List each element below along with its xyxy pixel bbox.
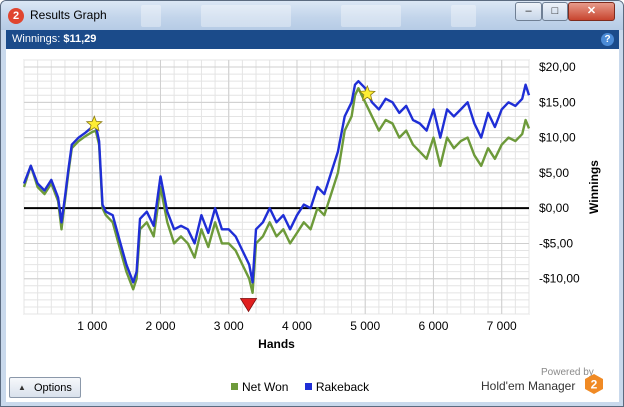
help-icon[interactable]: ? (601, 33, 614, 46)
background-window-ghost (141, 5, 161, 27)
y-tick-label: $20,00 (539, 60, 576, 74)
legend-swatch-net-won (231, 383, 238, 390)
winnings-label: Winnings: (12, 33, 61, 45)
y-tick-label: -$5,00 (539, 236, 573, 250)
chart-legend: Net Won Rakeback (231, 380, 382, 394)
options-button[interactable]: ▲ Options (9, 377, 81, 398)
minimize-button[interactable]: – (515, 2, 542, 21)
window-title: Results Graph (30, 8, 107, 22)
background-window-ghost (201, 5, 291, 27)
title-bar[interactable]: 2 Results Graph – □ ✕ (1, 1, 623, 30)
options-arrow-icon: ▲ (18, 383, 26, 392)
brand-name: Hold'em Manager (481, 379, 576, 393)
x-tick-label: 6 000 (418, 319, 448, 333)
x-tick-label: 2 000 (145, 319, 175, 333)
y-tick-label: $0,00 (539, 201, 569, 215)
x-tick-label: 1 000 (77, 319, 107, 333)
y-tick-label: $10,00 (539, 131, 576, 145)
y-tick-label: $15,00 (539, 95, 576, 109)
chart-footer: ▲ Options Net Won Rakeback Powered by Ho… (6, 367, 619, 402)
app-logo-icon: 2 (8, 8, 24, 24)
legend-label: Rakeback (315, 380, 370, 394)
background-window-ghost (341, 5, 401, 27)
x-tick-label: 4 000 (282, 319, 312, 333)
winnings-value: $11,29 (63, 33, 97, 45)
y-tick-label: $5,00 (539, 166, 569, 180)
y-axis-title: Winnings (587, 160, 601, 214)
brand-logo-glyph: 2 (591, 378, 598, 392)
chart-area: 1 000 2 000 3 000 4 000 5 000 6 000 7 000 $20,0… (6, 49, 619, 372)
y-tick-label: -$10,00 (539, 272, 580, 286)
x-tick-label: 3 000 (214, 319, 244, 333)
winnings-summary: Winnings: $11,29 (12, 33, 96, 45)
legend-item-rakeback[interactable]: Rakeback (304, 380, 370, 394)
legend-item-net-won[interactable]: Net Won (231, 380, 288, 394)
winnings-header: Winnings: $11,29 ? (6, 30, 619, 49)
results-graph-window: 2 Results Graph – □ ✕ Winnings: $11,29 ?… (0, 0, 624, 407)
holdem-manager-logo-icon: 2 (585, 374, 603, 394)
maximize-button[interactable]: □ (542, 2, 568, 21)
results-line-chart: 1 000 2 000 3 000 4 000 5 000 6 000 7 000 $20,0… (22, 59, 601, 351)
x-axis-title: Hands (258, 337, 295, 351)
background-window-ghost (451, 5, 476, 27)
legend-swatch-rakeback (304, 383, 312, 390)
legend-label: Net Won (242, 380, 289, 394)
close-button[interactable]: ✕ (568, 2, 615, 21)
options-label: Options (34, 382, 72, 394)
x-tick-label: 5 000 (350, 319, 380, 333)
x-tick-label: 7 000 (487, 319, 517, 333)
